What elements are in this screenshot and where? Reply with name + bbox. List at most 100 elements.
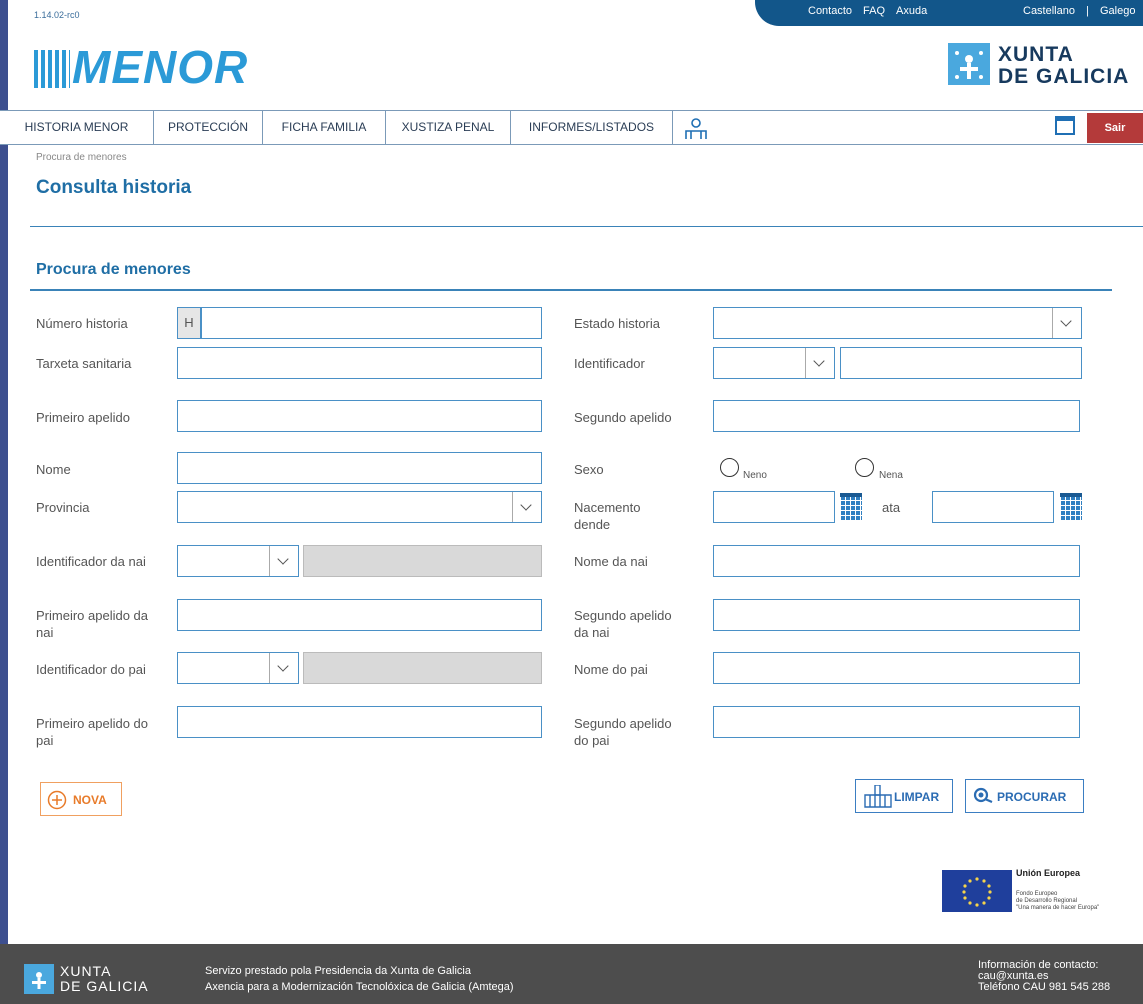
calendar-from-icon[interactable] [840, 493, 862, 521]
tarxeta-label: Tarxeta sanitaria [36, 356, 132, 371]
contact-link[interactable]: Contacto [808, 5, 852, 17]
nav-informes-listados[interactable]: INFORMES/LISTADOS [511, 111, 673, 144]
title-divider [30, 226, 1143, 227]
page-title: Consulta historia [36, 177, 192, 198]
identificador-nai-type-select[interactable] [177, 545, 299, 577]
limpar-button[interactable]: LIMPAR [855, 779, 953, 813]
footer-xunta-line2: DE GALICIA [60, 978, 149, 994]
section-divider [30, 289, 1112, 291]
chevron-down-icon[interactable] [269, 653, 298, 683]
segundo-apelido-nai-input[interactable] [713, 599, 1080, 631]
eu-fund-line3: "Una manera de hacer Europa" [1016, 905, 1100, 911]
radio-nena-label: Nena [879, 470, 903, 481]
chevron-down-icon[interactable] [512, 492, 541, 522]
chevron-down-icon[interactable] [1052, 308, 1081, 338]
provincia-select[interactable] [177, 491, 542, 523]
identificador-nai-label: Identificador da nai [36, 554, 146, 569]
segundo-apelido-pai-input[interactable] [713, 706, 1080, 738]
nome-pai-label: Nome do pai [574, 662, 648, 677]
identificador-nai-input [303, 545, 542, 577]
primeiro-apelido-nai-input[interactable] [177, 599, 542, 631]
nav-historia-menor[interactable]: HISTORIA MENOR [0, 111, 154, 144]
app-logo-text: MENOR [72, 41, 249, 93]
lang-galego-link[interactable]: Galego [1100, 5, 1135, 17]
footer-contact-phone: Teléfono CAU 981 545 288 [978, 981, 1111, 993]
chevron-down-icon[interactable] [269, 546, 298, 576]
radio-neno[interactable] [720, 458, 739, 477]
footer: XUNTA DE GALICIA Servizo prestado pola P… [0, 944, 1143, 1004]
historia-prefix: H [178, 308, 202, 338]
primeiro-apelido-pai-input[interactable] [177, 706, 542, 738]
lang-castellano-link[interactable]: Castellano [1023, 5, 1075, 17]
estado-historia-select[interactable] [713, 307, 1082, 339]
nav-xustiza-penal[interactable]: XUSTIZA PENAL [386, 111, 511, 144]
nacemento-label: Nacemento dende [574, 500, 641, 532]
eu-title: Unión Europea [1016, 868, 1081, 878]
procurar-label: PROCURAR [997, 790, 1067, 804]
numero-historia-label: Número historia [36, 316, 128, 331]
primeiro-apelido-nai-label: Primeiro apelido da nai [36, 608, 149, 640]
identificador-label: Identificador [574, 356, 645, 371]
calendar-icon[interactable] [1055, 116, 1075, 135]
radio-nena[interactable] [855, 458, 874, 477]
lang-separator: | [1086, 5, 1089, 17]
procurar-button[interactable]: PROCURAR [965, 779, 1084, 813]
eu-stars-icon [962, 877, 992, 907]
primeiro-apelido-input[interactable] [177, 400, 542, 432]
limpar-label: LIMPAR [894, 790, 940, 804]
xunta-name-line2: DE GALICIA [998, 65, 1130, 88]
nacemento-ata-label: ata [882, 500, 901, 515]
search-icon [973, 787, 993, 804]
radio-neno-label: Neno [743, 470, 767, 481]
section-title: Procura de menores [36, 261, 191, 278]
nacemento-to-input[interactable] [932, 491, 1054, 523]
xunta-emblem-icon [948, 43, 990, 85]
help-link[interactable]: Axuda [896, 5, 927, 17]
faq-link[interactable]: FAQ [863, 5, 885, 17]
footer-xunta-line1: XUNTA [60, 963, 112, 979]
left-accent-bar [0, 0, 8, 1004]
logout-button[interactable]: Sair [1087, 113, 1143, 143]
primeiro-apelido-pai-label: Primeiro apelido do pai [36, 716, 149, 748]
xunta-name-line1: XUNTA [998, 43, 1074, 66]
identificador-input[interactable] [840, 347, 1082, 379]
identificador-type-select[interactable] [713, 347, 835, 379]
nome-nai-input[interactable] [713, 545, 1080, 577]
footer-contact: Información de contacto: cau@xunta.es Te… [978, 960, 1110, 993]
nav-ficha-familia[interactable]: FICHA FAMILIA [263, 111, 386, 144]
eu-flag-icon [942, 870, 1012, 912]
chevron-down-icon[interactable] [805, 348, 834, 378]
logo-bars-icon [34, 50, 70, 88]
version-label: 1.14.02-rc0 [34, 10, 80, 20]
xunta-emblem-footer-icon [24, 964, 54, 994]
nome-input[interactable] [177, 452, 542, 484]
numero-historia-input[interactable]: H [177, 307, 542, 339]
nacemento-from-input[interactable] [713, 491, 835, 523]
nome-pai-input[interactable] [713, 652, 1080, 684]
identificador-pai-type-select[interactable] [177, 652, 299, 684]
tarxeta-input[interactable] [177, 347, 542, 379]
nav-proteccion[interactable]: PROTECCIÓN [154, 111, 263, 144]
segundo-apelido-nai-label: Segundo apelido da nai [574, 608, 672, 640]
identificador-pai-label: Identificador do pai [36, 662, 146, 677]
eu-fund-text: Fondo Europeo de Desarrollo Regional "Un… [1016, 891, 1099, 912]
nova-label: NOVA [73, 793, 107, 807]
nome-nai-label: Nome da nai [574, 554, 648, 569]
broom-icon [864, 785, 892, 808]
calendar-to-icon[interactable] [1060, 493, 1082, 521]
provincia-label: Provincia [36, 500, 90, 515]
segundo-apelido-pai-label: Segundo apelido do pai [574, 716, 672, 748]
xunta-logo: XUNTA DE GALICIA [948, 40, 1140, 100]
estado-historia-label: Estado historia [574, 316, 660, 331]
segundo-apelido-label: Segundo apelido [574, 410, 672, 425]
segundo-apelido-input[interactable] [713, 400, 1080, 432]
eu-fund-line2: de Desarrollo Regional [1016, 898, 1078, 904]
breadcrumb[interactable]: Procura de menores [36, 152, 127, 163]
user-group-icon[interactable] [683, 117, 709, 141]
identificador-pai-input [303, 652, 542, 684]
plus-circle-icon [47, 790, 67, 810]
primeiro-apelido-label: Primeiro apelido [36, 410, 130, 425]
footer-service-line2: Axencia para a Modernización Tecnolóxica… [205, 981, 514, 993]
nova-button[interactable]: NOVA [40, 782, 122, 816]
nome-label: Nome [36, 462, 71, 477]
